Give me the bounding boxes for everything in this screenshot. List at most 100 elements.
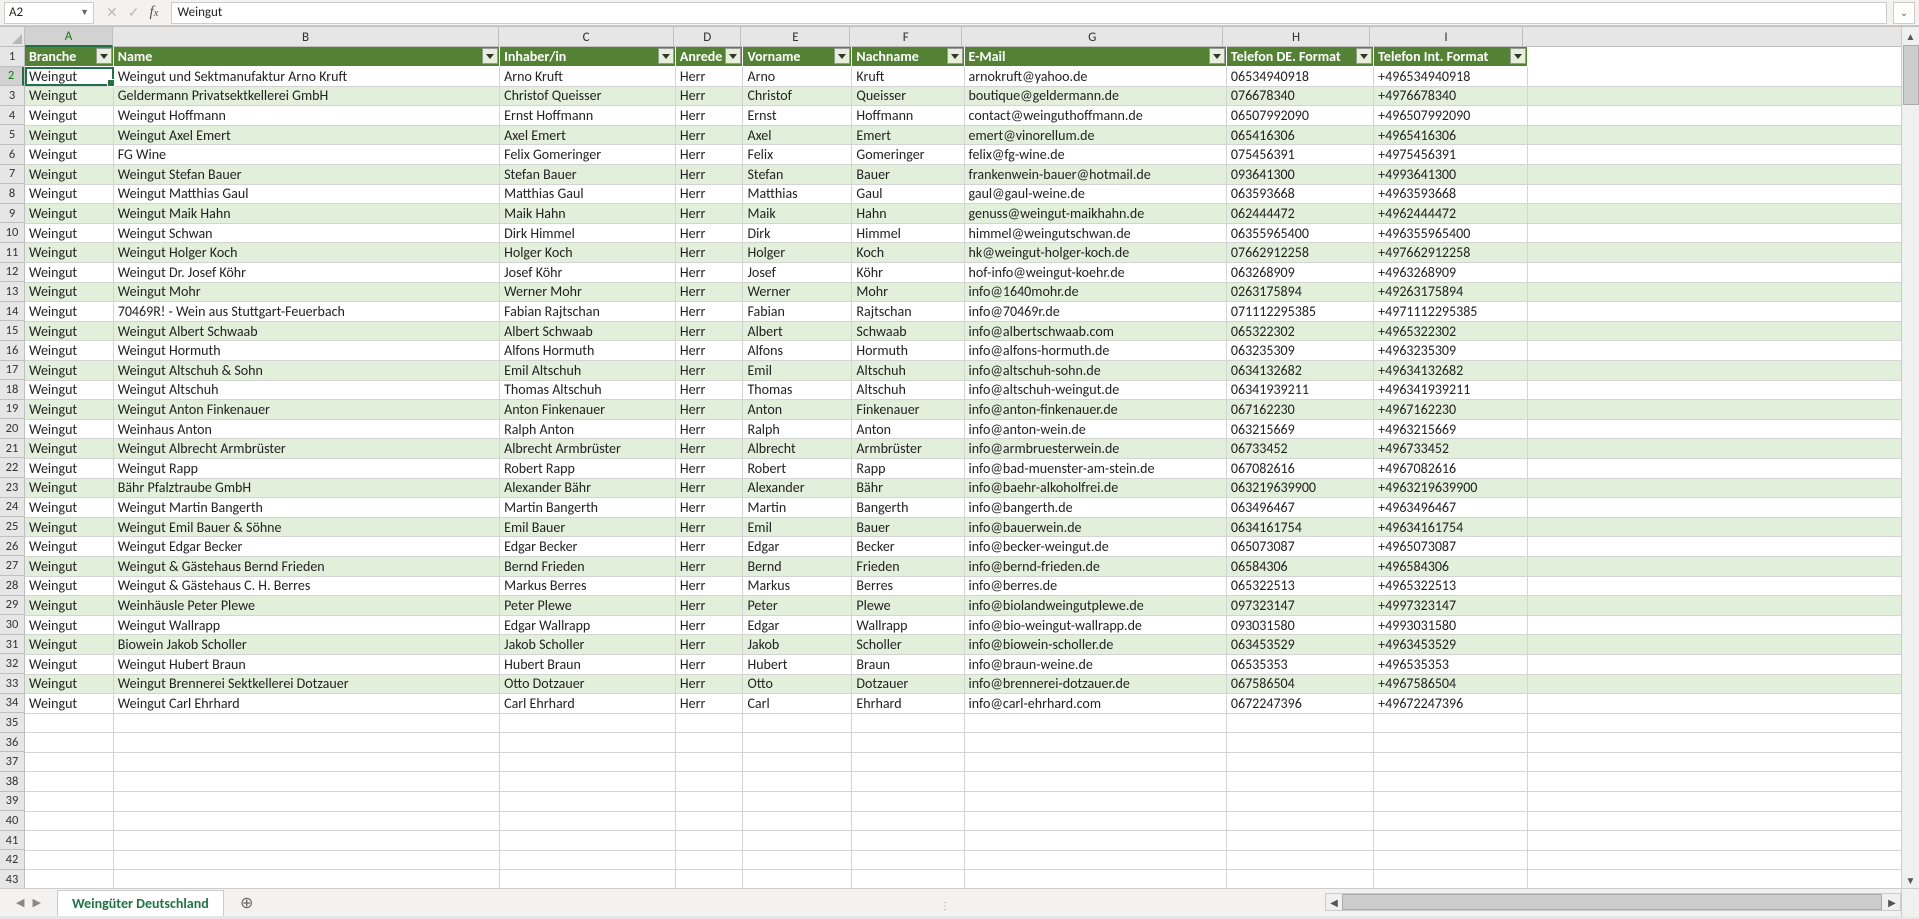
table-row[interactable]: WeingutWeinhäusle Peter PlewePeter Plewe… (25, 596, 1919, 616)
cell[interactable]: info@bio-weingut-wallrapp.de (964, 615, 1226, 635)
cell[interactable]: 063453529 (1226, 635, 1373, 655)
cell[interactable]: Wallrapp (852, 615, 964, 635)
cell[interactable]: Weingut Rapp (113, 458, 499, 478)
cell[interactable]: Kruft (852, 67, 964, 87)
scroll-up-icon[interactable]: ▲ (1902, 27, 1919, 45)
cell[interactable]: +4963235309 (1374, 341, 1528, 361)
cell[interactable]: Emil Bauer (500, 517, 676, 537)
cell[interactable]: Matthias (743, 184, 852, 204)
cell-empty[interactable] (25, 811, 113, 831)
row-header-22[interactable]: 22 (0, 458, 24, 478)
fx-icon[interactable]: fx (149, 4, 158, 21)
table-header-cell[interactable]: Branche (25, 47, 113, 67)
cell[interactable]: +4965416306 (1374, 125, 1528, 145)
cell[interactable]: Weingut (25, 576, 113, 596)
table-row[interactable]: WeingutWeingut HoffmannErnst HoffmannHer… (25, 106, 1919, 126)
cell[interactable]: Weingut (25, 341, 113, 361)
cell-empty[interactable] (1374, 870, 1528, 888)
cell-empty[interactable] (852, 870, 964, 888)
cell[interactable]: Herr (675, 674, 743, 694)
cell-blank[interactable] (1528, 400, 1919, 420)
cell[interactable]: Bauer (852, 517, 964, 537)
cell[interactable]: Bangerth (852, 498, 964, 518)
cell[interactable]: +4963453529 (1374, 635, 1528, 655)
row-header-31[interactable]: 31 (0, 635, 24, 655)
table-row-empty[interactable] (25, 811, 1919, 831)
cell[interactable]: +4963593668 (1374, 184, 1528, 204)
table-row[interactable]: WeingutWeingut & Gästehaus C. H. BerresM… (25, 576, 1919, 596)
cell[interactable]: +4963219639900 (1374, 478, 1528, 498)
cell[interactable]: info@braun-weine.de (964, 654, 1226, 674)
cell-empty[interactable] (675, 870, 743, 888)
table-row-empty[interactable] (25, 850, 1919, 870)
cell[interactable]: Weingut Maik Hahn (113, 204, 499, 224)
cell-blank[interactable] (1528, 498, 1919, 518)
cell-empty[interactable] (25, 713, 113, 733)
table-header-cell[interactable]: Nachname (852, 47, 964, 67)
cell[interactable]: Ernst Hoffmann (500, 106, 676, 126)
cell[interactable]: 06535353 (1226, 654, 1373, 674)
cell[interactable]: Albert (743, 321, 852, 341)
cell-blank[interactable] (1528, 439, 1919, 459)
cell[interactable]: +4967162230 (1374, 400, 1528, 420)
cell[interactable]: info@biolandweingutplewe.de (964, 596, 1226, 616)
cell-empty[interactable] (113, 792, 499, 812)
cell[interactable]: Weingut (25, 694, 113, 714)
cell[interactable]: Alfons (743, 341, 852, 361)
cell[interactable]: 0263175894 (1226, 282, 1373, 302)
cell[interactable]: Weingut (25, 615, 113, 635)
filter-dropdown-icon[interactable] (1356, 48, 1372, 64)
cell[interactable]: Weingut (25, 302, 113, 322)
cell[interactable]: Hormuth (852, 341, 964, 361)
cell[interactable]: Werner (743, 282, 852, 302)
cell-empty[interactable] (964, 850, 1226, 870)
table-row[interactable]: WeingutGeldermann Privatsektkellerei Gmb… (25, 86, 1919, 106)
cell-empty[interactable] (500, 870, 676, 888)
table-row[interactable]: WeingutBiowein Jakob SchollerJakob Schol… (25, 635, 1919, 655)
cell-empty[interactable] (500, 713, 676, 733)
row-header-6[interactable]: 6 (0, 145, 24, 165)
cell[interactable]: Herr (675, 537, 743, 557)
row-header-4[interactable]: 4 (0, 106, 24, 126)
cell[interactable]: 0634132682 (1226, 361, 1373, 381)
cell-empty[interactable] (852, 831, 964, 851)
cell[interactable]: Edgar (743, 615, 852, 635)
row-header-13[interactable]: 13 (0, 282, 24, 302)
table-row[interactable]: WeingutWeingut Anton FinkenauerAnton Fin… (25, 400, 1919, 420)
cell[interactable]: contact@weinguthoffmann.de (964, 106, 1226, 126)
hscroll-thumb[interactable] (1342, 894, 1882, 910)
cell[interactable]: Weingut (25, 125, 113, 145)
row-header-29[interactable]: 29 (0, 596, 24, 616)
cell[interactable]: Weingut (25, 263, 113, 283)
cell[interactable]: Gaul (852, 184, 964, 204)
row-header-37[interactable]: 37 (0, 752, 24, 772)
filter-dropdown-icon[interactable] (725, 48, 741, 64)
table-header-cell[interactable]: Anrede (675, 47, 743, 67)
table-row[interactable]: WeingutWeingut Carl EhrhardCarl EhrhardH… (25, 694, 1919, 714)
row-header-38[interactable]: 38 (0, 772, 24, 792)
cell-empty[interactable] (25, 752, 113, 772)
tab-split-handle[interactable]: ⋮ (940, 899, 952, 912)
cell[interactable]: Herr (675, 223, 743, 243)
cell[interactable]: +4993641300 (1374, 165, 1528, 185)
cell[interactable]: Ralph (743, 419, 852, 439)
cell[interactable]: Herr (675, 361, 743, 381)
cell[interactable]: 093641300 (1226, 165, 1373, 185)
cell[interactable]: Peter (743, 596, 852, 616)
cell[interactable]: Albrecht Armbrüster (500, 439, 676, 459)
cell-empty[interactable] (964, 713, 1226, 733)
filter-dropdown-icon[interactable] (834, 48, 850, 64)
cell[interactable]: Weingut (25, 184, 113, 204)
cell[interactable]: Alexander (743, 478, 852, 498)
cell[interactable]: Maik (743, 204, 852, 224)
cell[interactable]: himmel@weingutschwan.de (964, 223, 1226, 243)
cell[interactable]: Weingut (25, 478, 113, 498)
cell[interactable]: Weingut (25, 86, 113, 106)
cell[interactable]: Bernd (743, 556, 852, 576)
cell[interactable]: Weingut & Gästehaus Bernd Frieden (113, 556, 499, 576)
cell-blank[interactable] (1528, 556, 1919, 576)
cell[interactable]: Weingut Carl Ehrhard (113, 694, 499, 714)
cell-blank[interactable] (1528, 517, 1919, 537)
table-header-cell[interactable]: Name (113, 47, 499, 67)
cell-empty[interactable] (113, 713, 499, 733)
